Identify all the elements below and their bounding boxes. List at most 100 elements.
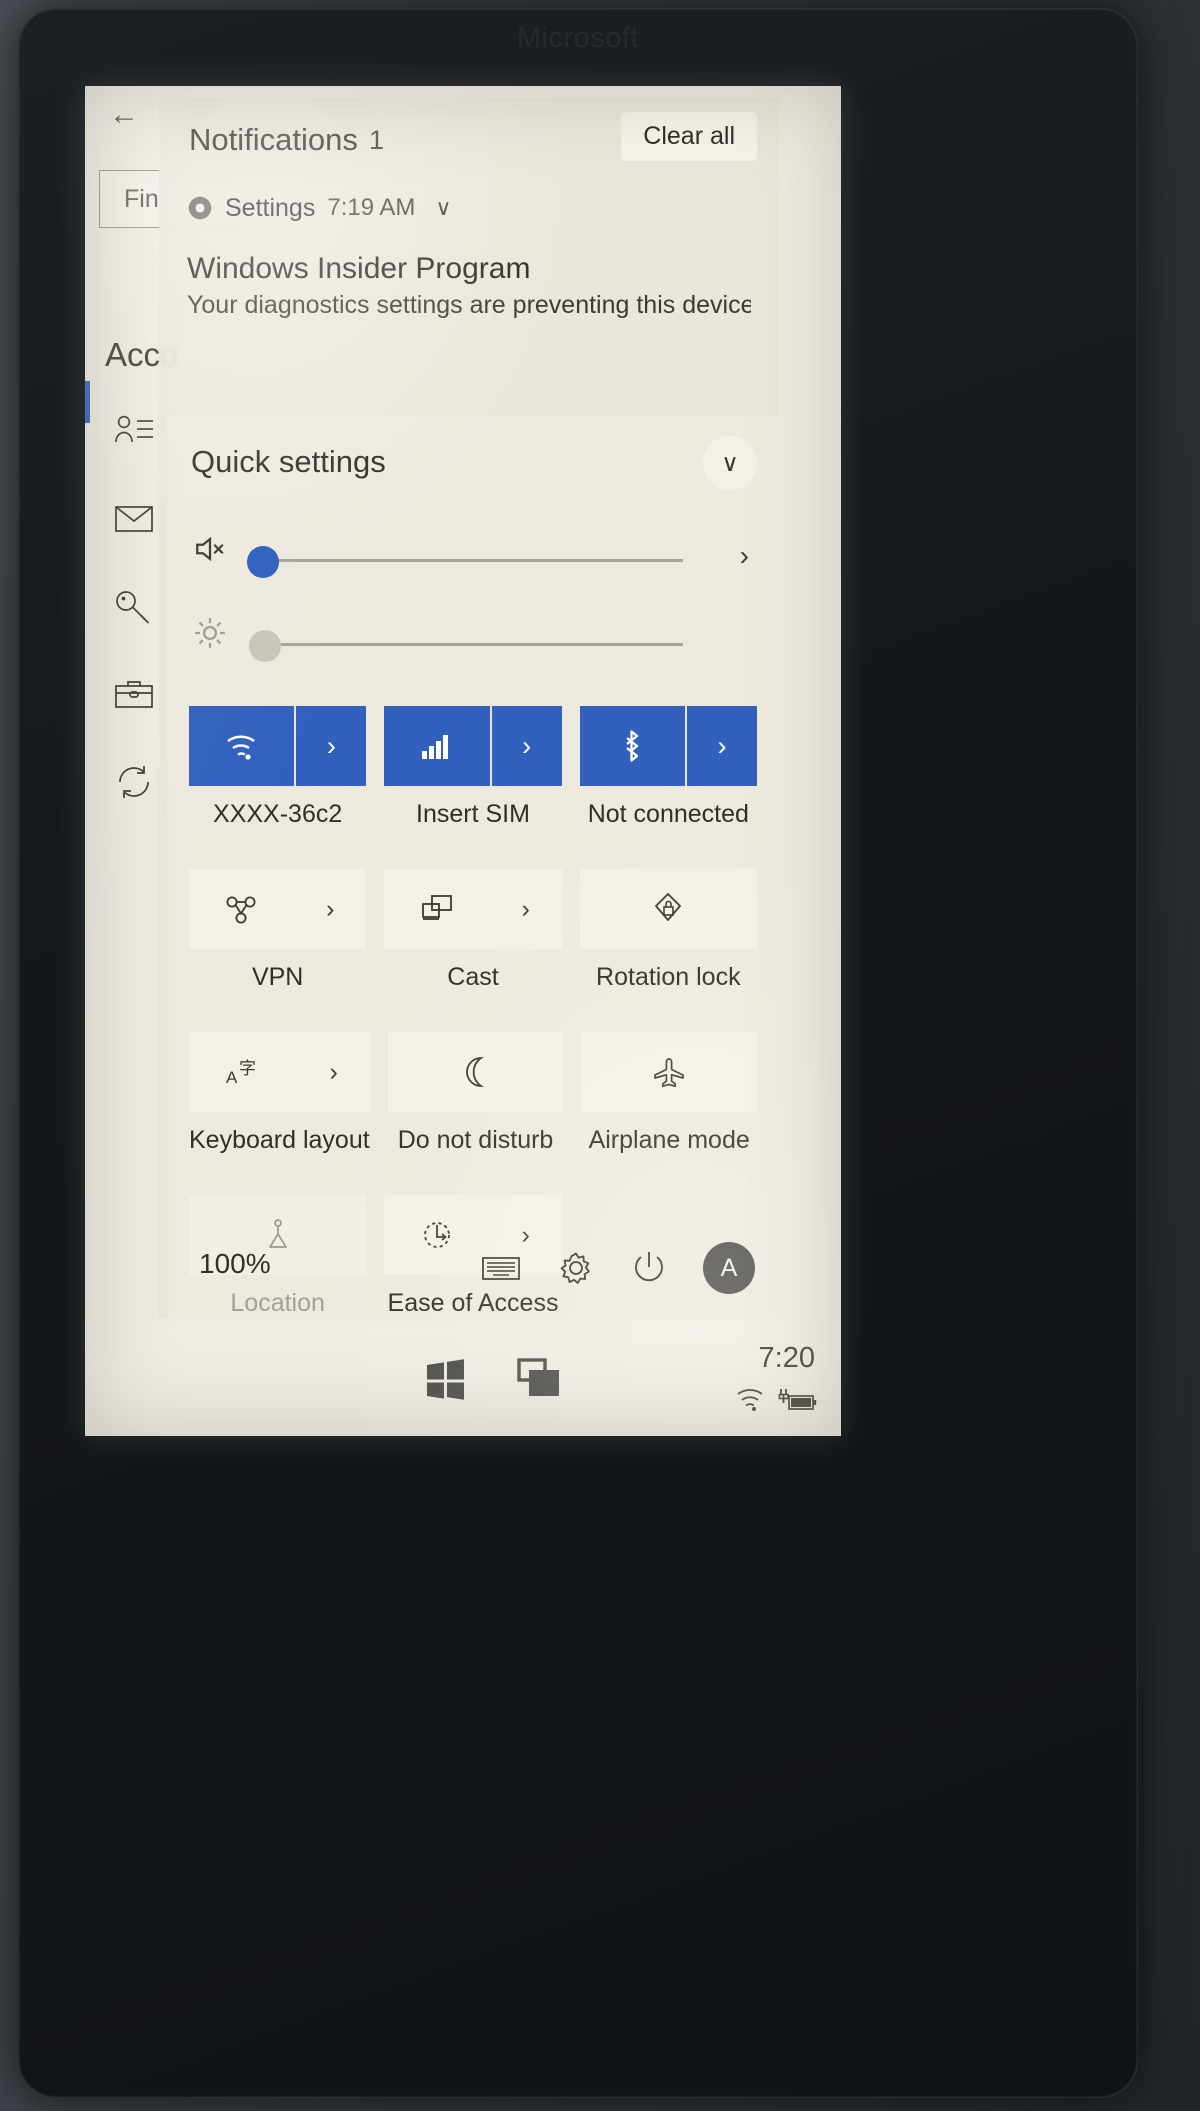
envelope-icon xyxy=(115,506,153,532)
cellular-icon xyxy=(421,735,448,759)
collapse-button[interactable]: ∨ xyxy=(703,436,757,490)
battery-percentage: 100% xyxy=(199,1248,271,1279)
windows-start-icon xyxy=(427,1359,464,1400)
notification-heading: Windows Insider Program xyxy=(187,252,531,285)
chevron-down-icon[interactable]: ∨ xyxy=(435,195,451,221)
keyboard-layout-tile-main[interactable]: A 字 xyxy=(189,1032,298,1112)
bluetooth-tile[interactable]: › xyxy=(579,706,757,786)
brightness-slider-row[interactable] xyxy=(167,592,779,676)
brightness-slider-track[interactable] xyxy=(253,643,683,646)
task-view-button[interactable] xyxy=(517,1358,563,1405)
key-icon xyxy=(116,591,150,624)
do-not-disturb-tile-label: Do not disturb xyxy=(397,1126,554,1154)
clear-all-button[interactable]: Clear all xyxy=(621,112,757,161)
cast-tile-expand[interactable]: › xyxy=(490,869,562,949)
sidebar-selection-indicator xyxy=(85,381,90,423)
cast-icon xyxy=(422,895,452,920)
vpn-tile[interactable]: › xyxy=(189,869,367,949)
power-icon[interactable] xyxy=(631,1249,667,1287)
tablet-device: Microsoft ← Fin Acco Notifications 1 Cle… xyxy=(18,8,1138,2098)
chevron-right-icon: › xyxy=(521,894,530,923)
brightness-slider-thumb[interactable] xyxy=(249,630,281,662)
tile-row-2: A 字 › Keyboard layout Do not disturb Air… xyxy=(167,1032,779,1155)
device-screen: ← Fin Acco Notifications 1 Clear all Set… xyxy=(85,86,841,1436)
volume-slider-thumb[interactable] xyxy=(247,546,279,578)
action-center-header: Notifications 1 Clear all xyxy=(159,98,779,182)
taskbar-clock[interactable]: 7:20 xyxy=(759,1342,815,1375)
airplane-mode-tile-main[interactable] xyxy=(581,1032,757,1112)
wifi-tile-expand[interactable]: › xyxy=(294,706,367,786)
svg-text:A: A xyxy=(226,1068,238,1087)
cast-tile-main[interactable] xyxy=(384,869,489,949)
bluetooth-tile-cell: › Not connected xyxy=(579,706,757,829)
chevron-right-icon: › xyxy=(329,1057,338,1086)
cellular-tile-main[interactable] xyxy=(384,706,490,786)
brightness-icon xyxy=(195,618,225,648)
wifi-tile-main[interactable] xyxy=(189,706,295,786)
do-not-disturb-tile[interactable] xyxy=(387,1032,564,1112)
cast-tile[interactable]: › xyxy=(384,869,562,949)
vpn-icon xyxy=(226,896,256,924)
volume-slider-track[interactable] xyxy=(253,559,683,562)
battery-charging-icon[interactable] xyxy=(775,1386,817,1414)
gear-icon[interactable] xyxy=(557,1249,595,1287)
airplane-mode-tile-cell: Airplane mode xyxy=(581,1032,757,1155)
action-center-flyout: Notifications 1 Clear all Settings 7:19 … xyxy=(159,98,779,1318)
quick-settings-header: Quick settings ∨ xyxy=(167,416,779,508)
keyboard-layout-tile-cell: A 字 › Keyboard layout xyxy=(189,1032,370,1155)
back-button[interactable]: ← xyxy=(109,100,139,130)
start-button[interactable] xyxy=(423,1356,467,1405)
wifi-icon xyxy=(226,735,255,760)
airplane-mode-tile-label: Airplane mode xyxy=(588,1126,750,1154)
rotation-lock-tile-main[interactable] xyxy=(580,869,757,949)
rotation-lock-icon xyxy=(655,893,682,921)
notification-app-row[interactable]: Settings 7:19 AM ∨ xyxy=(159,182,779,234)
chevron-down-icon: ∨ xyxy=(721,449,739,477)
cellular-tile[interactable]: › xyxy=(384,706,562,786)
notification-text: Your diagnostics settings are preventing… xyxy=(187,291,751,319)
device-photo: Microsoft ← Fin Acco Notifications 1 Cle… xyxy=(0,0,1200,2111)
bluetooth-icon xyxy=(626,730,639,762)
volume-slider-row[interactable]: › xyxy=(167,508,779,592)
do-not-disturb-tile-main[interactable] xyxy=(388,1032,564,1112)
connectivity-tile-row: › XXXX-36c2 › Insert SIM › Not connected xyxy=(167,706,779,829)
keyboard-icon[interactable] xyxy=(481,1253,521,1283)
cellular-tile-expand[interactable]: › xyxy=(489,706,562,786)
notification-body[interactable]: Windows Insider Program Your diagnostics… xyxy=(159,234,779,320)
bluetooth-tile-label: Not connected xyxy=(587,800,749,828)
quick-settings-footer: 100% A xyxy=(167,1214,779,1318)
wifi-tile[interactable]: › xyxy=(189,706,367,786)
notification-app-name: Settings xyxy=(225,193,316,222)
person-list-icon xyxy=(115,415,153,443)
keyboard-layout-tile[interactable]: A 字 › xyxy=(189,1032,370,1112)
wifi-tile-cell: › XXXX-36c2 xyxy=(189,706,367,829)
avatar-initial: A xyxy=(720,1253,738,1282)
device-brand-logo: Microsoft xyxy=(516,22,640,54)
svg-text:字: 字 xyxy=(239,1059,256,1079)
rotation-lock-tile[interactable] xyxy=(579,869,757,949)
footer-icon-group: A xyxy=(481,1242,755,1294)
vpn-tile-expand[interactable]: › xyxy=(294,869,366,949)
notification-group[interactable]: Settings 7:19 AM ∨ Windows Insider Progr… xyxy=(159,182,779,320)
wifi-tile-label: XXXX-36c2 xyxy=(213,800,343,828)
airplane-mode-tile[interactable] xyxy=(581,1032,757,1112)
do-not-disturb-tile-cell: Do not disturb xyxy=(387,1032,564,1155)
quick-settings-title: Quick settings xyxy=(191,444,386,479)
bluetooth-tile-main[interactable] xyxy=(579,706,685,786)
rotation-lock-tile-cell: Rotation lock xyxy=(579,869,757,992)
wifi-icon[interactable] xyxy=(735,1386,767,1414)
keyboard-layout-tile-label: Keyboard layout xyxy=(189,1126,370,1154)
avatar[interactable]: A xyxy=(703,1242,755,1294)
task-view-icon xyxy=(517,1358,559,1396)
chevron-right-icon: › xyxy=(522,730,532,761)
cast-tile-cell: › Cast xyxy=(384,869,562,992)
bluetooth-tile-expand[interactable]: › xyxy=(684,706,757,786)
volume-expand-chevron-icon[interactable]: › xyxy=(740,540,749,572)
chevron-right-icon: › xyxy=(717,730,727,761)
keyboard-layout-tile-expand[interactable]: › xyxy=(298,1032,370,1112)
keyboard-layout-icon: A 字 xyxy=(226,1059,256,1087)
vpn-tile-main[interactable] xyxy=(189,869,294,949)
chevron-right-icon: › xyxy=(326,730,336,761)
